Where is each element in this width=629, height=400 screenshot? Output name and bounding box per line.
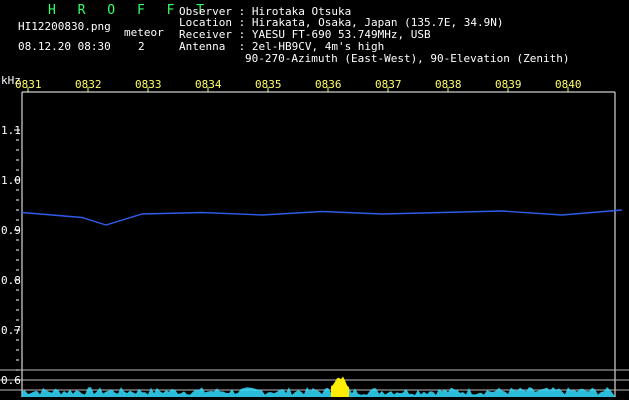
y-tick-label: 0.9 (1, 224, 21, 237)
y-tick-label: 0.8 (1, 274, 21, 287)
carrier-trace (21, 209, 623, 226)
x-tick-label: 0840 (555, 78, 582, 91)
x-tick-label: 0837 (375, 78, 402, 91)
y-tick-label: 1.0 (1, 174, 21, 187)
activity-trace (22, 387, 615, 397)
x-tick-label: 0832 (75, 78, 102, 91)
carrier-line (21, 209, 623, 226)
plot-axes (0, 91, 629, 397)
y-tick-label: 0.6 (1, 374, 21, 387)
x-tick-label: 0839 (495, 78, 522, 91)
x-tick-label: 0836 (315, 78, 342, 91)
x-tick-label: 0838 (435, 78, 462, 91)
x-tick-label: 0834 (195, 78, 222, 91)
y-tick-label: 0.7 (1, 324, 21, 337)
x-tick-labels: 0831 0832 0833 0834 0835 0836 0837 0838 0839 0840 (15, 78, 582, 92)
y-tick-label: 1.1 (1, 124, 21, 137)
y-tick-labels: 1.1 1.0 0.9 0.8 0.7 0.6 (1, 124, 21, 387)
x-tick-label: 0835 (255, 78, 282, 91)
x-tick-label: 0833 (135, 78, 162, 91)
spectrogram-plot: 0831 0832 0833 0834 0835 0836 0837 0838 0839 0840… (0, 78, 629, 397)
x-tick-label: 0831 (15, 78, 42, 91)
